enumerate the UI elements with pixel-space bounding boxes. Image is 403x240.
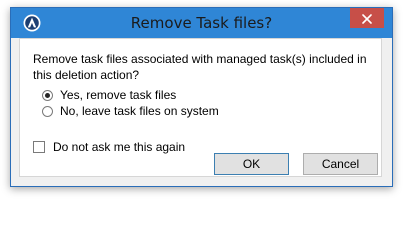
ok-button[interactable]: OK bbox=[214, 153, 289, 175]
dont-ask-again-option[interactable]: Do not ask me this again bbox=[33, 140, 185, 154]
cancel-button[interactable]: Cancel bbox=[303, 153, 378, 175]
title-bar[interactable]: Remove Task files? bbox=[11, 8, 392, 38]
radio-label: No, leave task files on system bbox=[60, 104, 219, 118]
close-icon bbox=[362, 9, 372, 28]
dont-ask-checkbox[interactable] bbox=[33, 141, 45, 153]
radio-button[interactable] bbox=[42, 105, 53, 117]
checkbox-label: Do not ask me this again bbox=[53, 140, 186, 154]
app-logo-icon bbox=[23, 14, 41, 32]
radio-label: Yes, remove task files bbox=[60, 88, 177, 102]
radio-button[interactable] bbox=[42, 89, 53, 101]
radio-option-yes[interactable]: Yes, remove task files bbox=[42, 88, 176, 102]
window-title: Remove Task files? bbox=[130, 14, 273, 32]
dialog-message: Remove task files associated with manage… bbox=[33, 52, 367, 82]
close-button[interactable] bbox=[350, 8, 384, 28]
dialog-content: Remove task files associated with manage… bbox=[19, 38, 382, 177]
radio-option-no[interactable]: No, leave task files on system bbox=[42, 104, 219, 118]
dialog-window: Remove Task files? Remove task files ass… bbox=[10, 7, 393, 187]
